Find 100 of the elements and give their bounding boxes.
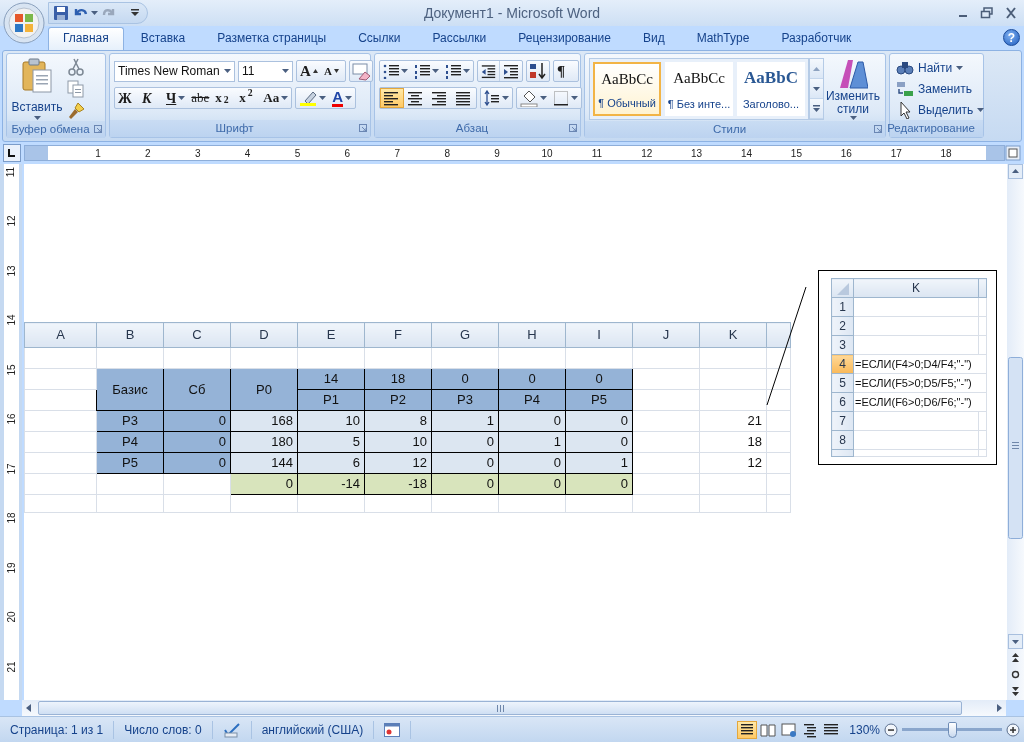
align-left-button[interactable]	[380, 88, 404, 108]
page-count[interactable]: Страница: 1 из 1	[10, 720, 104, 739]
format-button[interactable]: abe	[188, 88, 213, 108]
zoom-in-icon[interactable]	[1006, 722, 1020, 737]
column-header: B	[96, 322, 164, 348]
style-tile[interactable]: AaBbCc ¶ Без инте...	[665, 62, 733, 116]
change-styles-button[interactable]: Изменить стили	[824, 54, 882, 121]
grow-font-button[interactable]: A	[297, 61, 321, 81]
proofing-icon[interactable]	[222, 721, 241, 738]
macro-record-icon[interactable]	[384, 722, 401, 737]
table-cell: 21	[699, 410, 767, 432]
style-tile[interactable]: AaBbCc ¶ Обычный	[593, 62, 661, 116]
ribbon-tab[interactable]: Разметка страницы	[202, 27, 342, 50]
format-button[interactable]: Ч	[163, 88, 189, 108]
ribbon-tab[interactable]: Вид	[627, 27, 680, 50]
more-button[interactable]	[810, 99, 823, 119]
caret-icon	[540, 96, 547, 100]
header-cell: Сб	[163, 368, 231, 411]
select-button[interactable]: Выделить	[892, 99, 989, 120]
format-button[interactable]: Aa	[260, 88, 292, 108]
replace-button[interactable]: Заменить	[892, 78, 989, 99]
print-view-button[interactable]	[737, 720, 758, 739]
ribbon-tab[interactable]: Ссылки	[343, 27, 416, 50]
save-icon[interactable]	[53, 5, 69, 21]
ruler-number: 11	[591, 148, 603, 159]
format-button[interactable]: Ж	[115, 88, 139, 108]
scroll-down-button[interactable]	[810, 79, 823, 99]
font-name-field[interactable]: Times New Roman	[114, 60, 235, 82]
paste-button[interactable]: Вставить	[7, 54, 67, 121]
multilevel-list-icon	[445, 63, 461, 79]
sort-icon[interactable]	[527, 61, 549, 81]
ribbon-tab[interactable]: Рассылки	[417, 27, 502, 50]
zoom-out-icon[interactable]	[884, 722, 898, 737]
customize-icon[interactable]	[131, 9, 139, 17]
caret-icon	[345, 96, 353, 100]
show-marks-button[interactable]: ¶	[554, 61, 578, 81]
restore-icon[interactable]	[980, 7, 994, 19]
close-icon[interactable]	[1004, 7, 1018, 19]
scroll-thumb[interactable]	[1008, 357, 1023, 539]
ruler-number: 6	[344, 148, 351, 159]
launcher-icon[interactable]	[569, 124, 577, 132]
select-all-icon	[836, 282, 849, 295]
format-button[interactable]: x$^{2}$	[236, 88, 261, 108]
ruler-number: 14	[740, 148, 753, 159]
caret-icon	[502, 96, 509, 100]
align-icon	[456, 90, 472, 106]
view-icon	[760, 721, 777, 738]
ribbon-tab[interactable]: Главная	[48, 27, 124, 50]
ruler-number: 15	[790, 148, 802, 159]
align-icon	[384, 90, 400, 106]
column-header: C	[163, 322, 231, 348]
column-header: J	[632, 322, 700, 348]
down-arrow-icon	[813, 86, 820, 91]
brush-icon[interactable]	[67, 102, 85, 120]
tab-selector-icon[interactable]	[3, 144, 21, 162]
word-count[interactable]: Число слов: 0	[124, 720, 202, 739]
group-label: Стили	[712, 121, 747, 137]
caret-icon	[571, 96, 578, 100]
align-icon	[408, 90, 424, 106]
ruler-number: 5	[294, 148, 301, 159]
group-label: Редактирование	[887, 120, 975, 136]
ruler-number: 1	[95, 148, 101, 159]
view-ruler-icon[interactable]	[1005, 145, 1021, 161]
font-color-button[interactable]: A	[329, 88, 356, 108]
copy-icon[interactable]	[67, 80, 85, 98]
formula-text: =ЕСЛИ(F4>0;D4/F4;"-")	[855, 357, 972, 370]
launcher-icon[interactable]	[359, 124, 367, 132]
ribbon-tab[interactable]: MathType	[681, 27, 765, 50]
replace-icon	[896, 79, 914, 98]
scroll-thumb[interactable]	[38, 701, 962, 715]
launcher-icon[interactable]	[94, 125, 102, 133]
scroll-up-icon[interactable]	[1008, 164, 1023, 179]
ruler-number: 13	[691, 148, 703, 159]
language-indicator[interactable]: английский (США)	[261, 720, 364, 739]
align-icon	[432, 90, 448, 106]
caret-icon	[178, 96, 186, 100]
style-name: ¶ Без инте...	[667, 96, 731, 112]
scroll-down-icon[interactable]	[1008, 634, 1023, 649]
zoom-thumb[interactable]	[948, 721, 957, 738]
font-size-field[interactable]: 11	[238, 60, 293, 82]
format-button[interactable]: x$_{2}$	[212, 88, 237, 108]
ruler-number: 18	[6, 512, 17, 524]
shrink-font-button[interactable]: A	[321, 61, 345, 81]
find-button[interactable]: Найти	[892, 57, 989, 78]
launcher-icon[interactable]	[874, 125, 882, 133]
column-header: K	[853, 278, 979, 298]
formula-text: =ЕСЛИ(F6>0;D6/F6;"-")	[855, 395, 972, 408]
style-tile[interactable]: AaBbC Заголово...	[737, 62, 805, 116]
clear-format-icon[interactable]	[350, 61, 372, 81]
caret-icon	[432, 69, 439, 73]
ruler-number: 10	[541, 148, 553, 159]
style-name: ¶ Обычный	[598, 95, 656, 111]
shading-button[interactable]	[517, 88, 550, 108]
ribbon-tab[interactable]: Рецензирование	[503, 27, 626, 50]
ribbon-tab[interactable]: Разработчик	[766, 27, 867, 50]
ribbon-tab[interactable]: Вставка	[125, 27, 201, 50]
format-button[interactable]: К	[139, 88, 163, 108]
zoom-level[interactable]: 130%	[849, 720, 880, 739]
group-label: Абзац	[455, 120, 489, 136]
scissors-icon[interactable]	[67, 58, 85, 76]
